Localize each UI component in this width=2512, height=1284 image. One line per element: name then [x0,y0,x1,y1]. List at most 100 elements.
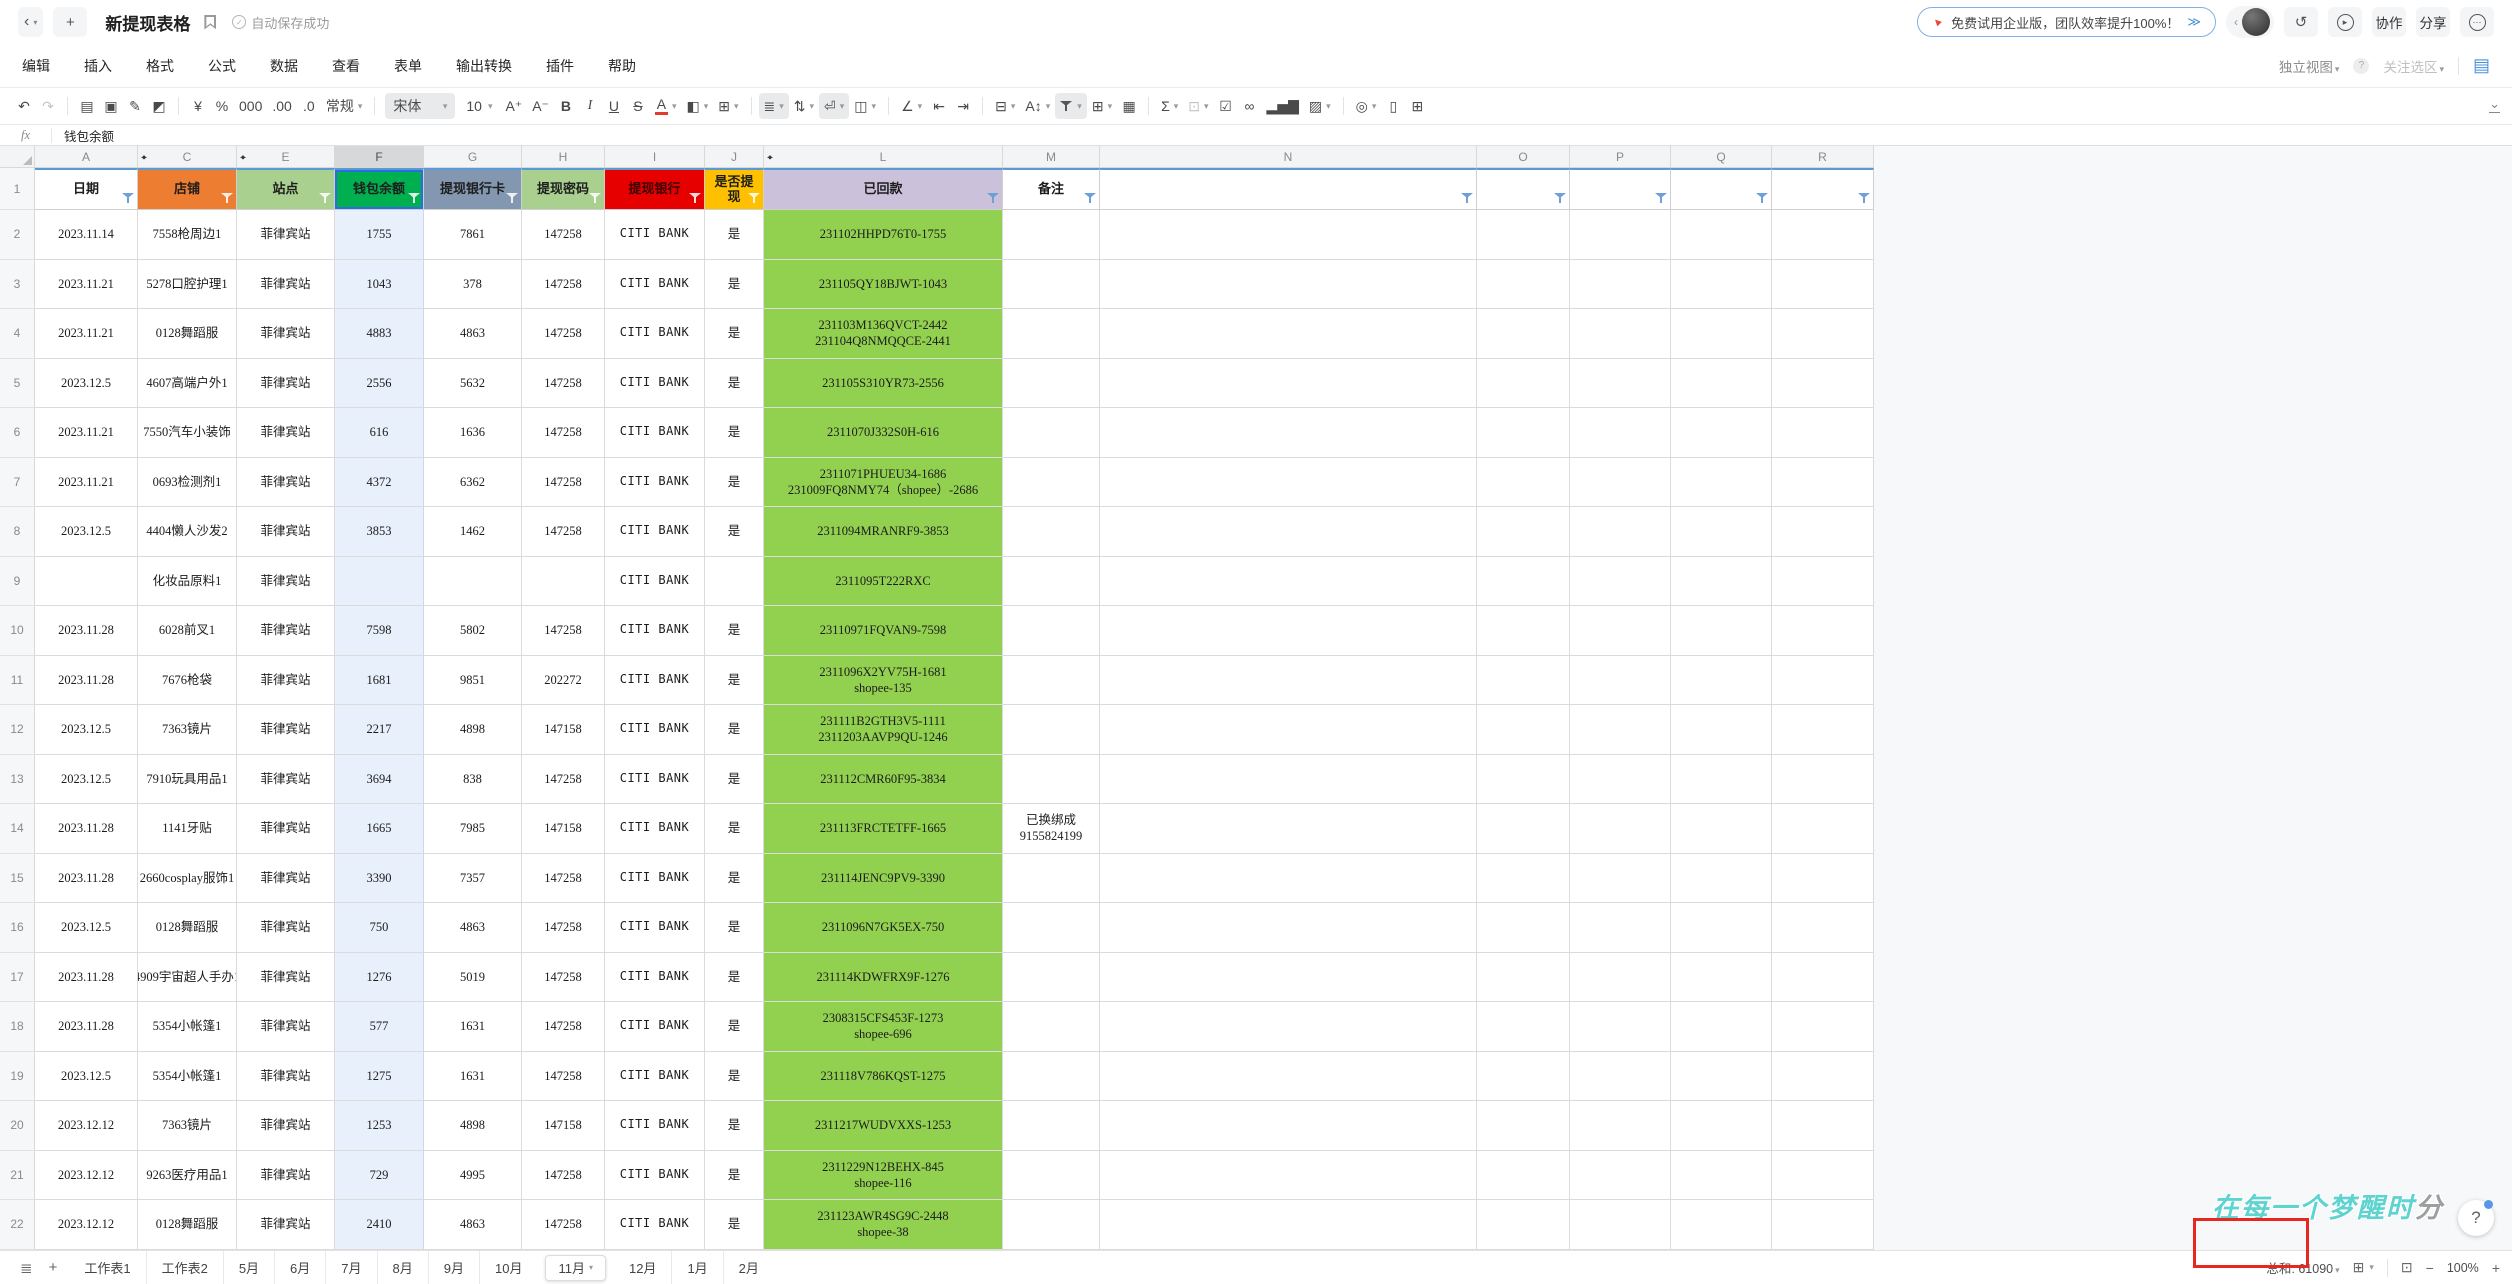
cell-G15[interactable]: 7357 [424,853,522,903]
sheet-tab-9月[interactable]: 9月 [427,1251,479,1284]
cell-C21[interactable]: 9263医疗用品1 [138,1150,237,1200]
share-button[interactable]: 分享 [2416,7,2450,37]
cell-C8[interactable]: 4404懒人沙发2 [138,507,237,557]
cell-F22[interactable]: 2410 [335,1200,424,1250]
cell-E13[interactable]: 菲律宾站 [237,754,335,804]
increase-decimal-button[interactable]: .00 [267,93,296,119]
bold-button[interactable]: B [554,93,578,119]
column-header-F[interactable]: F [335,146,424,168]
header-cell-N1[interactable] [1100,168,1477,210]
cell-P5[interactable] [1570,358,1671,408]
menu-help[interactable]: 帮助 [608,56,636,76]
cell-P11[interactable] [1570,655,1671,705]
conditional-format-button[interactable]: ▦ [1117,93,1141,119]
cell-E12[interactable]: 菲律宾站 [237,705,335,755]
sort-button[interactable]: A↕ ▾ [1020,93,1055,119]
cell-G22[interactable]: 4863 [424,1200,522,1250]
cell-G18[interactable]: 1631 [424,1002,522,1052]
cell-A14[interactable]: 2023.11.28 [35,804,138,854]
cell-R15[interactable] [1772,853,1874,903]
fill-color-button[interactable]: ◧ ▾ [681,93,713,119]
row-header-1[interactable]: 1 [0,168,35,210]
cell-A17[interactable]: 2023.11.28 [35,952,138,1002]
cell-I3[interactable]: CITI BANK [605,259,705,309]
redo-button[interactable]: ↷ [36,93,60,119]
cell-N3[interactable] [1100,259,1477,309]
cell-M16[interactable] [1003,903,1100,953]
font-name-dropdown[interactable]: 宋体 ▾ [385,93,456,119]
document-title[interactable]: 新提现表格 [105,10,190,35]
pivot-button[interactable]: ⊡ ▾ [1183,93,1213,119]
cell-J12[interactable]: 是 [705,705,764,755]
cell-G13[interactable]: 838 [424,754,522,804]
cell-G2[interactable]: 7861 [424,210,522,260]
menu-export[interactable]: 输出转换 [456,56,512,76]
cell-A5[interactable]: 2023.12.5 [35,358,138,408]
cell-F10[interactable]: 7598 [335,606,424,656]
cell-M15[interactable] [1003,853,1100,903]
cell-E16[interactable]: 菲律宾站 [237,903,335,953]
undo-button[interactable]: ↶ [12,93,36,119]
cell-H14[interactable]: 147158 [522,804,605,854]
cell-O21[interactable] [1477,1150,1570,1200]
cell-Q4[interactable] [1671,309,1772,359]
menu-data[interactable]: 数据 [270,56,298,76]
cell-L2[interactable]: 231102HHPD76T0-1755 [764,210,1003,260]
cell-R10[interactable] [1772,606,1874,656]
cell-I8[interactable]: CITI BANK [605,507,705,557]
thousand-separator-button[interactable]: 000 [234,93,267,119]
cell-E9[interactable]: 菲律宾站 [237,556,335,606]
cell-N13[interactable] [1100,754,1477,804]
cell-F14[interactable]: 1665 [335,804,424,854]
cell-G5[interactable]: 5632 [424,358,522,408]
cell-H13[interactable]: 147258 [522,754,605,804]
cell-M19[interactable] [1003,1051,1100,1101]
column-header-C[interactable]: C ◂▸ [138,146,246,168]
cell-J14[interactable]: 是 [705,804,764,854]
cell-R6[interactable] [1772,408,1874,458]
cell-R19[interactable] [1772,1051,1874,1101]
cell-R9[interactable] [1772,556,1874,606]
cell-C22[interactable]: 0128舞蹈服 [138,1200,237,1250]
vertical-align-button[interactable]: ⇅ ▾ [789,93,819,119]
document-assistant-button[interactable]: ▯ [1381,93,1405,119]
filter-funnel-icon[interactable] [221,193,233,204]
cell-I21[interactable]: CITI BANK [605,1150,705,1200]
cell-M11[interactable] [1003,655,1100,705]
cell-F19[interactable]: 1275 [335,1051,424,1101]
cell-F5[interactable]: 2556 [335,358,424,408]
cell-C7[interactable]: 0693检测剂1 [138,457,237,507]
cell-H4[interactable]: 147258 [522,309,605,359]
sheet-tab-8月[interactable]: 8月 [376,1251,428,1284]
cell-N15[interactable] [1100,853,1477,903]
cell-P19[interactable] [1570,1051,1671,1101]
cell-C6[interactable]: 7550汽车小装饰 [138,408,237,458]
column-header-J[interactable]: J ◂▸ [705,146,773,168]
cell-E6[interactable]: 菲律宾站 [237,408,335,458]
menu-formula[interactable]: 公式 [208,56,236,76]
cell-I18[interactable]: CITI BANK [605,1002,705,1052]
cell-A6[interactable]: 2023.11.21 [35,408,138,458]
cell-J9[interactable] [705,556,764,606]
row-header-22[interactable]: 22 [0,1200,35,1250]
menu-form[interactable]: 表单 [394,56,422,76]
cell-C10[interactable]: 6028前叉1 [138,606,237,656]
cell-Q20[interactable] [1671,1101,1772,1151]
cell-N22[interactable] [1100,1200,1477,1250]
cell-E15[interactable]: 菲律宾站 [237,853,335,903]
cell-H15[interactable]: 147258 [522,853,605,903]
cell-I7[interactable]: CITI BANK [605,457,705,507]
row-header-19[interactable]: 19 [0,1051,35,1101]
row-header-21[interactable]: 21 [0,1150,35,1200]
cell-M14[interactable]: 已换绑成 9155824199 [1003,804,1100,854]
comment-button[interactable]: ⊞ [1405,93,1429,119]
cell-L16[interactable]: 2311096N7GK5EX-750 [764,903,1003,953]
decrease-indent-button[interactable]: ⇤ [927,93,951,119]
cell-P7[interactable] [1570,457,1671,507]
cell-C16[interactable]: 0128舞蹈服 [138,903,237,953]
row-header-17[interactable]: 17 [0,952,35,1002]
cell-M10[interactable] [1003,606,1100,656]
cell-Q11[interactable] [1671,655,1772,705]
cell-F17[interactable]: 1276 [335,952,424,1002]
strikethrough-button[interactable]: S [626,93,650,119]
